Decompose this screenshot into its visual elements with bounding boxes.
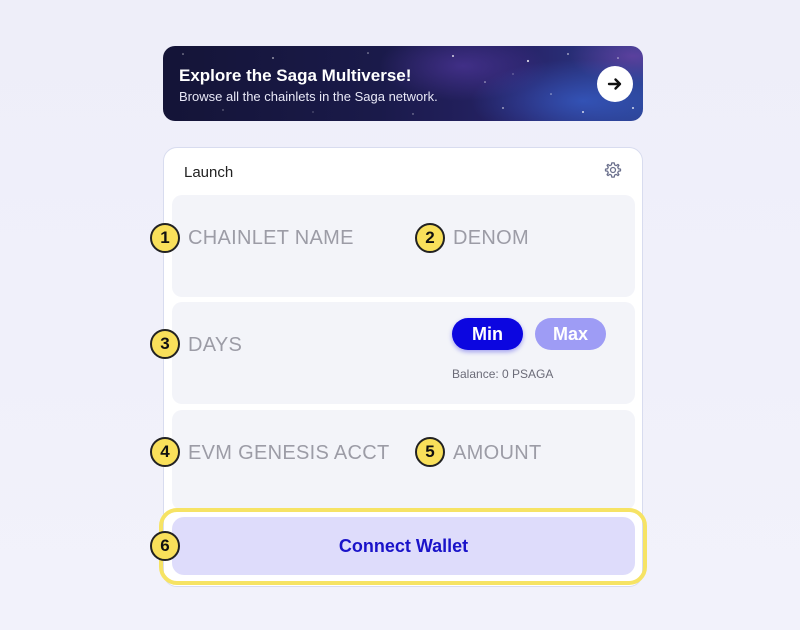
evm-genesis-acct-input[interactable]: EVM GENESIS ACCT (188, 442, 390, 465)
amount-input[interactable]: AMOUNT (453, 442, 541, 465)
card-title: Launch (184, 164, 234, 181)
step-badge-4: 4 (150, 437, 180, 467)
min-button[interactable]: Min (452, 318, 523, 350)
step-badge-5: 5 (415, 437, 445, 467)
gear-icon[interactable] (604, 161, 622, 179)
denom-input[interactable]: DENOM (453, 227, 529, 250)
step-badge-2: 2 (415, 223, 445, 253)
multiverse-banner[interactable]: Explore the Saga Multiverse! Browse all … (163, 46, 643, 121)
banner-subtitle: Browse all the chainlets in the Saga net… (179, 89, 438, 104)
step-badge-6: 6 (150, 531, 180, 561)
balance-text: Balance: 0 PSAGA (452, 367, 554, 381)
arrow-right-icon (607, 78, 622, 90)
max-button[interactable]: Max (535, 318, 606, 350)
step-badge-3: 3 (150, 329, 180, 359)
days-input[interactable]: DAYS (188, 334, 242, 357)
banner-title: Explore the Saga Multiverse! (179, 66, 412, 85)
step-badge-1: 1 (150, 223, 180, 253)
connect-wallet-button[interactable]: Connect Wallet (172, 517, 635, 575)
chainlet-name-input[interactable]: CHAINLET NAME (188, 227, 354, 250)
banner-arrow-button[interactable] (597, 66, 633, 102)
